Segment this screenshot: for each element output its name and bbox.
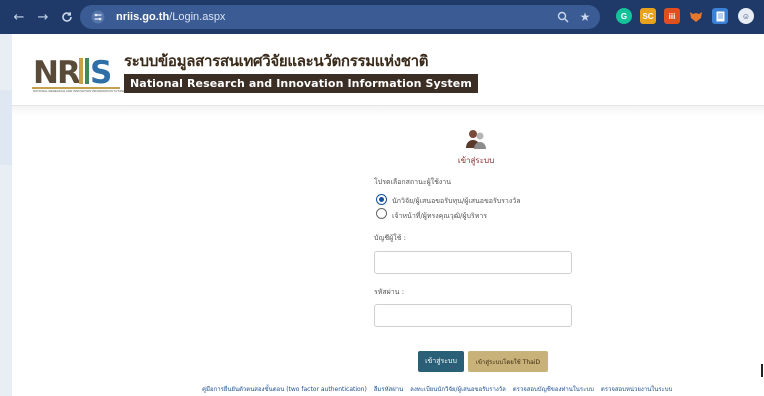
left-background [0,34,12,396]
page-content: NR S NATIONAL RESEARCH AND INNOVATION IN… [12,34,764,396]
login-button[interactable]: เข้าสู่ระบบ [418,351,464,372]
svg-text:NR: NR [33,55,81,91]
radio-researcher-label[interactable]: นักวิจัย/ผู้เสนอขอรับทุน/ผู้เสนอขอรับราง… [392,196,521,207]
radio-researcher[interactable] [376,194,387,205]
thaid-login-button[interactable]: เข้าสู่ระบบโดยใช้ ThaiD [468,351,548,372]
username-input[interactable] [374,251,572,274]
header-divider [12,106,764,116]
login-heading: เข้าสู่ระบบ [457,156,495,165]
profile-icon[interactable]: ☺ [738,8,754,24]
password-input[interactable] [374,304,572,327]
extension-sc-icon[interactable]: SC [640,8,656,24]
link-2fa-manual[interactable]: คู่มือการยืนยันตัวตนสองขั้นตอน (two fact… [202,386,367,393]
extension-grid-icon[interactable]: iii [664,8,680,24]
user-type-label: โปรดเลือกสถานะผู้ใช้งาน [374,178,452,186]
footer-links: คู่มือการยืนยันตัวตนสองขั้นตอน (two fact… [202,384,677,394]
site-title-english: National Research and Innovation Informa… [124,74,478,93]
username-label: บัญชีผู้ใช้ : [374,234,407,242]
link-check-organization[interactable]: ตรวจสอบหน่วยงานในระบบ [601,386,673,393]
bookmark-star-icon[interactable]: ★ [576,8,594,26]
extension-doc-icon[interactable] [712,8,728,24]
zoom-icon[interactable] [554,8,572,26]
reload-icon[interactable] [56,6,78,28]
password-label: รหัสผ่าน : [374,288,405,296]
site-header: NR S NATIONAL RESEARCH AND INNOVATION IN… [12,34,764,106]
url-path: /Login.aspx [169,11,226,23]
forward-icon[interactable]: → [32,6,54,28]
radio-staff-label[interactable]: เจ้าหน้าที่/ผู้ทรงคุณวุฒิ/ผู้บริหาร [392,211,487,222]
logo-subtext: NATIONAL RESEARCH AND INNOVATION INFORMA… [33,89,127,93]
url-domain: nriis.go.th [116,11,170,23]
link-forgot-password[interactable]: ลืมรหัสผ่าน [374,386,403,393]
grammarly-extension-icon[interactable]: G [616,8,632,24]
extension-fox-icon[interactable] [688,8,704,24]
link-register[interactable]: ลงทะเบียนนักวิจัย/ผู้เสนอขอรับรางวัล [410,386,506,393]
browser-toolbar: ← → nriis.go.th/Login.aspx ★ G SC iii ☺ [0,0,764,34]
link-check-account[interactable]: ตรวจสอบบัญชีของท่านในระบบ [513,386,594,393]
left-panel [0,90,12,165]
nriis-logo[interactable]: NR S [32,52,120,92]
svg-text:S: S [90,55,111,91]
radio-staff[interactable] [376,208,387,219]
address-bar[interactable]: nriis.go.th/Login.aspx ★ [80,5,600,29]
site-settings-icon[interactable] [88,7,108,27]
text-cursor [761,364,763,377]
site-title-thai: ระบบข้อมูลสารสนเทศวิจัยและนวัตกรรมแห่งชา… [124,52,429,70]
users-icon [466,130,486,149]
back-icon[interactable]: ← [8,6,30,28]
url-text: nriis.go.th/Login.aspx [116,11,225,23]
